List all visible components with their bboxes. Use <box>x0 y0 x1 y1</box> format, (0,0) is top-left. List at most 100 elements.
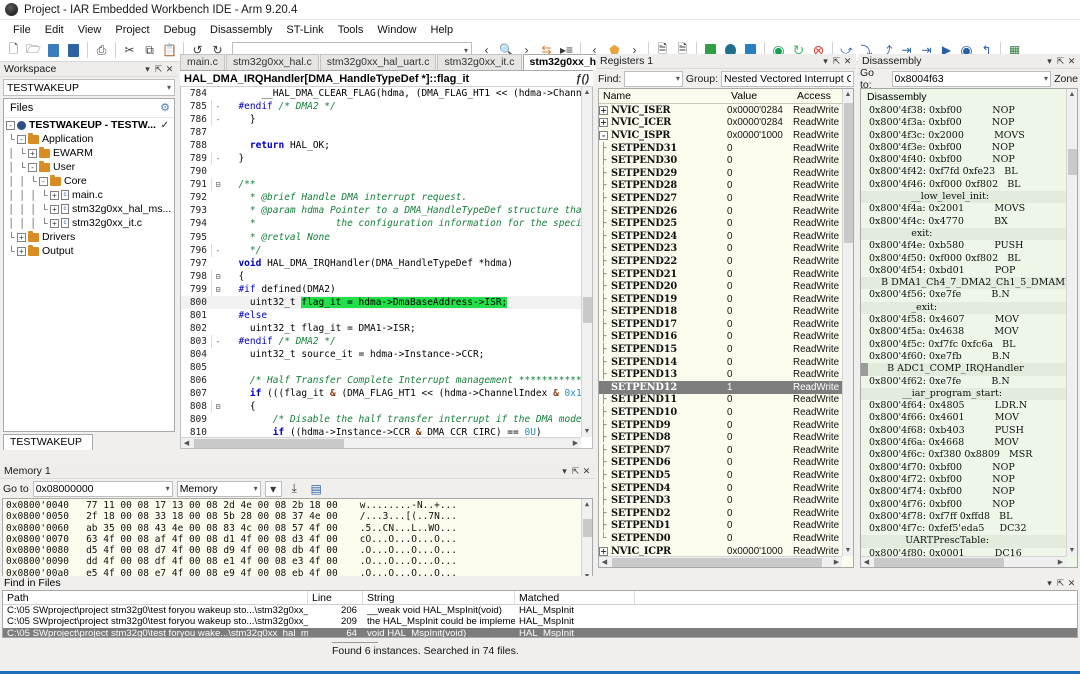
register-row-setpend31[interactable]: ├ SETPEND31 0 ReadWrite <box>599 142 853 155</box>
register-row-setpend29[interactable]: ├ SETPEND29 0 ReadWrite <box>599 167 853 180</box>
fold-marker[interactable]: ⊟ <box>211 282 224 296</box>
tree-item-core[interactable]: │ │ └ - Core <box>4 174 174 188</box>
register-row-setpend8[interactable]: ├ SETPEND8 0 ReadWrite <box>599 431 853 444</box>
find-result-row[interactable]: C:\05 SWproject\project stm32g0\test for… <box>3 627 1077 637</box>
scroll-left-icon[interactable]: ◀ <box>861 558 872 566</box>
register-value[interactable]: 0 <box>727 470 793 481</box>
register-value[interactable]: 0 <box>727 306 793 317</box>
disassembly-instruction-row[interactable]: 0x800'4f70: 0xbf00 NOP <box>861 462 1077 474</box>
editor-tab-main-c[interactable]: main.c <box>180 54 225 70</box>
fold-marker[interactable]: ⊟ <box>211 178 224 192</box>
code-line[interactable]: 789- } <box>181 152 592 166</box>
register-row-setpend16[interactable]: ├ SETPEND16 0 ReadWrite <box>599 331 853 344</box>
registers-horizontal-scrollbar[interactable]: ◀ ▶ <box>599 556 842 567</box>
register-value[interactable]: 0 <box>727 319 793 330</box>
tree-expander[interactable]: + <box>50 218 59 228</box>
pin-icon[interactable]: ⇱ <box>1055 56 1066 67</box>
tree-item-testwakeup-testw-[interactable]: - TESTWAKEUP - TESTW... ✓ <box>4 118 174 132</box>
disassembly-instruction-row[interactable]: 0x800'4f58: 0x4607 MOV <box>861 314 1077 326</box>
disassembly-instruction-row[interactable]: 0x800'4f4e: 0xb580 PUSH <box>861 240 1077 252</box>
tree-expander[interactable]: - <box>39 176 48 186</box>
memory-fill-icon[interactable]: ⤓ <box>286 481 303 497</box>
scroll-left-icon[interactable]: ◀ <box>599 558 610 566</box>
register-value[interactable]: 0 <box>727 533 793 544</box>
disassembly-instruction-row[interactable]: 0x800'4f40: 0xbf00 NOP <box>861 154 1077 166</box>
menu-edit[interactable]: Edit <box>38 22 71 38</box>
code-line[interactable]: 788 return HAL_OK; <box>181 139 592 152</box>
menu-window[interactable]: Window <box>370 22 423 38</box>
disassembly-label-row[interactable]: UARTPrescTable: <box>861 535 1077 548</box>
disassembly-label-row[interactable]: exit: <box>861 227 1077 241</box>
tree-expander[interactable]: + <box>599 105 608 115</box>
disassembly-label-row[interactable]: B ADC1_COMP_IRQHandler <box>861 363 1077 376</box>
code-line[interactable]: 786- } <box>181 113 592 127</box>
register-value[interactable]: 0 <box>727 331 793 342</box>
register-value[interactable]: 0 <box>727 193 793 204</box>
save-all-icon[interactable] <box>64 41 83 60</box>
editor-horizontal-scrollbar[interactable]: ◀ ▶ <box>181 437 581 448</box>
memory-row[interactable]: 0x0800'0070 63 4f 00 08 af 4f 00 08 d1 4… <box>6 534 592 545</box>
disassembly-instruction-row[interactable]: 0x800'4f4c: 0x4770 BX <box>861 216 1077 228</box>
memory-grid[interactable]: 0x0800'0040 77 11 00 08 17 13 00 08 2d 4… <box>2 498 593 583</box>
copy-icon[interactable]: ⧉ <box>140 41 159 60</box>
fold-marker[interactable]: - <box>211 243 224 257</box>
register-value[interactable]: 0 <box>727 445 793 456</box>
register-row-setpend20[interactable]: ├ SETPEND20 0 ReadWrite <box>599 280 853 293</box>
tree-item-user[interactable]: │ └ - User <box>4 160 174 174</box>
register-row-setpend18[interactable]: ├ SETPEND18 0 ReadWrite <box>599 306 853 319</box>
register-value[interactable]: 0 <box>727 143 793 154</box>
disassembly-horizontal-scrollbar[interactable]: ◀ ▶ <box>861 556 1066 567</box>
fold-marker[interactable]: ⊟ <box>211 400 224 414</box>
tree-expander[interactable]: - <box>6 120 15 130</box>
disassembly-instruction-row[interactable]: 0x800'4f60: 0xe7fb B.N <box>861 351 1077 363</box>
code-editor[interactable]: 784 __HAL_DMA_CLEAR_FLAG(hdma, (DMA_FLAG… <box>180 87 593 449</box>
menu-project[interactable]: Project <box>108 22 156 38</box>
memory-save-icon[interactable]: ▤ <box>307 481 326 497</box>
menu-disassembly[interactable]: Disassembly <box>203 22 279 38</box>
disassembly-instruction-row[interactable]: 0x800'4f5c: 0xf7fc 0xfc6a BL <box>861 339 1077 351</box>
code-line[interactable]: 809 /* Disable the half transfer interru… <box>181 413 592 426</box>
register-value[interactable]: 0 <box>727 344 793 355</box>
register-value[interactable]: 0 <box>727 357 793 368</box>
chevron-down-icon[interactable]: ▾ <box>142 64 153 75</box>
register-value[interactable]: 0 <box>727 420 793 431</box>
register-value[interactable]: 0x0000'0284 <box>727 117 793 128</box>
disassembly-instruction-row[interactable]: 0x800'4f76: 0xbf00 NOP <box>861 499 1077 511</box>
tree-item-output[interactable]: └ + Output <box>4 244 174 258</box>
disassembly-label-row[interactable]: __iar_program_start: <box>861 387 1077 401</box>
code-line[interactable]: 797 void HAL_DMA_IRQHandler(DMA_HandleTy… <box>181 257 592 270</box>
registers-vertical-scrollbar[interactable]: ▲ ▼ <box>842 89 853 556</box>
disassembly-instruction-row[interactable]: 0x800'4f64: 0x4805 LDR.N <box>861 400 1077 412</box>
find-result-row[interactable]: C:\05 SWproject\project stm32g0\test for… <box>3 605 1077 616</box>
register-row-setpend5[interactable]: ├ SETPEND5 0 ReadWrite <box>599 469 853 482</box>
register-row-setpend13[interactable]: ├ SETPEND13 0 ReadWrite <box>599 368 853 381</box>
register-value[interactable]: 0 <box>727 218 793 229</box>
register-value[interactable]: 0 <box>727 155 793 166</box>
registers-table[interactable]: Name Value Access + NVIC_ISER 0x0000'0284 R… <box>598 88 854 568</box>
disassembly-vertical-scrollbar[interactable]: ▲ ▼ <box>1066 89 1077 556</box>
open-document-icon[interactable]: 🗁 <box>24 41 43 60</box>
code-line[interactable]: 798 ⊟ { <box>181 269 592 283</box>
scroll-up-icon[interactable]: ▲ <box>1067 89 1077 100</box>
register-row-setpend9[interactable]: ├ SETPEND9 0 ReadWrite <box>599 419 853 432</box>
gear-icon[interactable]: ⚙ <box>160 101 170 114</box>
menu-view[interactable]: View <box>71 22 109 38</box>
register-row-setpend12[interactable]: ├ SETPEND12 1 ReadWrite <box>599 381 853 394</box>
register-row-setpend2[interactable]: ├ SETPEND2 0 ReadWrite <box>599 507 853 520</box>
register-row-nvic_ispr[interactable]: - NVIC_ISPR 0x0000'1000 ReadWrite <box>599 129 853 142</box>
disassembly-label-row[interactable]: __low_level_init: <box>861 191 1077 204</box>
scroll-right-icon[interactable]: ▶ <box>831 558 842 566</box>
register-value[interactable]: 0 <box>727 394 793 405</box>
register-value[interactable]: 0 <box>727 483 793 494</box>
close-icon[interactable]: ✕ <box>842 56 853 67</box>
tree-expander[interactable]: + <box>28 148 37 158</box>
close-icon[interactable]: ✕ <box>1066 56 1077 67</box>
disassembly-instruction-row[interactable]: 0x800'4f6a: 0x4668 MOV <box>861 437 1077 449</box>
register-row-setpend11[interactable]: ├ SETPEND11 0 ReadWrite <box>599 394 853 407</box>
memory-zone-dropdown[interactable]: Memory ▾ <box>176 480 261 497</box>
register-value[interactable]: 0x0000'1000 <box>727 546 793 557</box>
tree-expander[interactable]: + <box>599 546 608 556</box>
code-line[interactable]: 805 <box>181 361 592 374</box>
register-row-setpend14[interactable]: ├ SETPEND14 0 ReadWrite <box>599 356 853 369</box>
chevron-down-icon[interactable]: ▾ <box>1044 56 1055 67</box>
